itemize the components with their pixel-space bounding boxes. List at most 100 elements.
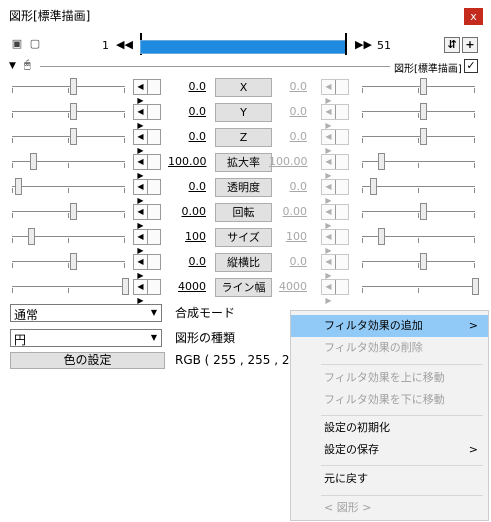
param-slider-thumb-left[interactable] [70, 128, 77, 145]
next-frame-button[interactable]: ▶▶ [355, 38, 372, 52]
step-left-icon[interactable]: ◀ [134, 105, 147, 119]
slider-tick [12, 288, 13, 293]
step-left-icon: ◀ [325, 282, 332, 291]
param-value-start[interactable]: 100.00 [168, 155, 207, 168]
prev-frame-button[interactable]: ◀◀ [116, 38, 133, 52]
menu-item-label: < 図形 > [324, 501, 372, 514]
param-name-button[interactable]: 回転 [215, 203, 272, 222]
menu-item-save-settings[interactable]: 設定の保存 > [291, 439, 488, 461]
param-value-start[interactable]: 0.00 [168, 205, 207, 218]
param-stepper-left[interactable]: ◀▶ [133, 79, 161, 105]
param-value-end: 0.0 [289, 80, 308, 93]
param-value-start[interactable]: 4000 [168, 280, 206, 293]
step-left-icon[interactable]: ◀ [134, 155, 147, 169]
param-stepper-left[interactable]: ◀▶ [133, 179, 161, 205]
color-settings-button[interactable]: 色の設定 [10, 352, 165, 369]
param-slider-thumb-left[interactable] [28, 228, 35, 245]
menu-item-move-filter-down: フィルタ効果を下に移動 [291, 389, 488, 411]
close-button[interactable]: x [464, 8, 483, 25]
param-slider-thumb-right[interactable] [370, 178, 377, 195]
menu-item-label: フィルタ効果の削除 [324, 341, 423, 354]
param-slider-thumb-right[interactable] [420, 203, 427, 220]
param-name-button[interactable]: サイズ [215, 228, 272, 247]
param-slider-thumb-left[interactable] [70, 103, 77, 120]
param-slider-thumb-right[interactable] [420, 78, 427, 95]
step-left-icon: ◀ [325, 232, 332, 241]
param-name-button[interactable]: Z [215, 128, 272, 147]
slider-tick [68, 113, 69, 118]
param-name-button[interactable]: 縦横比 [215, 253, 272, 272]
menu-separator [321, 465, 483, 466]
swap-button[interactable]: ⇵ [444, 37, 460, 53]
param-name-button[interactable]: Y [215, 103, 272, 122]
menu-item-undo[interactable]: 元に戻す [291, 468, 488, 490]
param-value-start[interactable]: 0.0 [168, 255, 207, 268]
param-name-button[interactable]: ライン幅 [215, 278, 272, 297]
param-slider-thumb-left[interactable] [70, 203, 77, 220]
step-left-icon: ◀ [325, 157, 332, 166]
param-stepper-left[interactable]: ◀▶ [133, 204, 161, 230]
submenu-arrow-icon: > [468, 443, 478, 456]
param-value-start[interactable]: 0.0 [168, 105, 207, 118]
step-left-icon[interactable]: ◀ [134, 130, 147, 144]
param-slider-thumb-right[interactable] [420, 253, 427, 270]
timeline-bar[interactable] [140, 40, 347, 54]
add-button[interactable]: + [462, 37, 478, 53]
slider-tick [418, 213, 419, 218]
param-value-start[interactable]: 100 [168, 230, 206, 243]
param-slider-thumb-left[interactable] [122, 278, 129, 295]
object-divider [40, 66, 390, 67]
param-name-button[interactable]: 拡大率 [215, 153, 272, 172]
slider-tick [474, 163, 475, 168]
blend-mode-select[interactable]: 通常 ▼ [10, 304, 162, 322]
param-value-start[interactable]: 0.0 [168, 130, 207, 143]
slider-tick [418, 238, 419, 243]
param-value-start[interactable]: 0.0 [168, 180, 207, 193]
grid-icon[interactable]: ▢ [28, 38, 42, 50]
param-slider-thumb-right[interactable] [472, 278, 479, 295]
step-left-icon[interactable]: ◀ [134, 80, 147, 94]
shape-type-select[interactable]: 円 ▼ [10, 329, 162, 347]
menu-item-add-filter[interactable]: フィルタ効果の追加 > [291, 315, 488, 337]
step-left-icon[interactable]: ◀ [134, 255, 147, 269]
param-stepper-left[interactable]: ◀▶ [133, 229, 161, 255]
param-slider-thumb-right[interactable] [420, 128, 427, 145]
step-left-icon[interactable]: ◀ [134, 280, 147, 294]
param-slider-thumb-right[interactable] [378, 228, 385, 245]
param-slider-thumb-left[interactable] [30, 153, 37, 170]
param-stepper-left[interactable]: ◀▶ [133, 129, 161, 155]
param-slider-thumb-left[interactable] [70, 253, 77, 270]
param-stepper-left[interactable]: ◀▶ [133, 104, 161, 130]
param-value-start[interactable]: 0.0 [168, 80, 207, 93]
step-left-icon[interactable]: ◀ [134, 205, 147, 219]
collapse-icon[interactable]: ▼ [9, 61, 16, 71]
param-slider-thumb-right[interactable] [378, 153, 385, 170]
slider-tick [68, 163, 69, 168]
param-slider-thumb-right[interactable] [420, 103, 427, 120]
step-left-icon[interactable]: ◀ [134, 180, 147, 194]
mouse-icon: 🖱 [24, 58, 31, 71]
step-left-icon: ◀ [325, 107, 332, 116]
param-name-button[interactable]: 透明度 [215, 178, 272, 197]
step-left-icon[interactable]: ◀ [134, 230, 147, 244]
menu-item-reset-settings[interactable]: 設定の初期化 [291, 417, 488, 439]
blend-mode-label: 合成モード [175, 306, 236, 320]
slider-tick [68, 188, 69, 193]
slider-tick [124, 188, 125, 193]
param-slider-thumb-left[interactable] [15, 178, 22, 195]
param-slider-thumb-left[interactable] [70, 78, 77, 95]
param-slider-track [12, 161, 125, 162]
param-name-button[interactable]: X [215, 78, 272, 97]
menu-item-label: フィルタ効果を下に移動 [324, 393, 445, 406]
object-enable-checkbox[interactable]: ✓ [464, 59, 478, 73]
camera-icon[interactable]: ▣ [10, 38, 24, 50]
param-stepper-left[interactable]: ◀▶ [133, 154, 161, 180]
param-slider-track [362, 186, 475, 187]
param-stepper-left[interactable]: ◀▶ [133, 279, 161, 305]
slider-tick [12, 113, 13, 118]
param-stepper-left[interactable]: ◀▶ [133, 254, 161, 280]
slider-tick [362, 163, 363, 168]
slider-tick [418, 263, 419, 268]
param-slider-track [362, 136, 475, 137]
chevron-down-icon: ▼ [150, 308, 158, 317]
